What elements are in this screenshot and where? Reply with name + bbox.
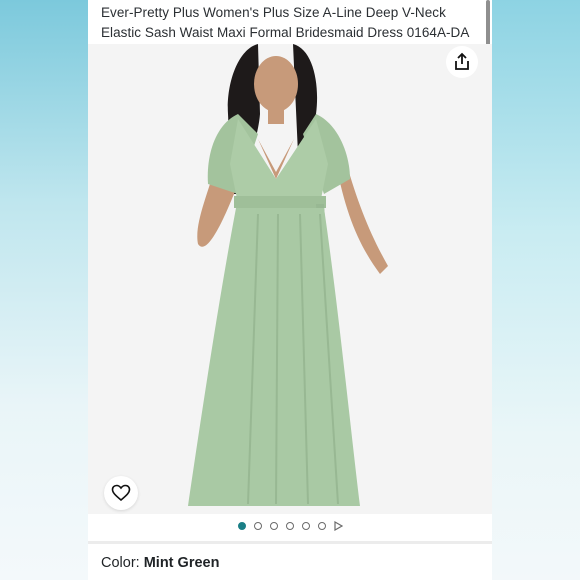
pagination-dot[interactable] [253, 522, 262, 530]
color-value: Mint Green [143, 555, 220, 571]
background-right [492, 0, 580, 580]
share-button[interactable] [446, 46, 478, 78]
wishlist-button[interactable] [104, 476, 138, 510]
pagination-dot-active[interactable] [237, 522, 246, 530]
divider [88, 541, 492, 544]
pagination-dot[interactable] [317, 522, 326, 530]
share-icon [455, 52, 469, 70]
product-panel: Ever-Pretty Plus Women's Plus Size A-Lin… [88, 0, 492, 580]
color-label: Color: [101, 555, 144, 571]
dress-photo [188, 44, 388, 506]
product-title: Ever-Pretty Plus Women's Plus Size A-Lin… [101, 5, 470, 40]
product-image[interactable] [88, 44, 492, 514]
video-play-icon[interactable] [333, 521, 343, 531]
pagination-dot[interactable] [269, 522, 278, 530]
image-pagination [88, 518, 492, 534]
pagination-dot[interactable] [285, 522, 294, 530]
pagination-dot[interactable] [301, 522, 310, 530]
heart-icon [111, 484, 131, 502]
color-selection: Color: Mint Green [101, 555, 219, 571]
